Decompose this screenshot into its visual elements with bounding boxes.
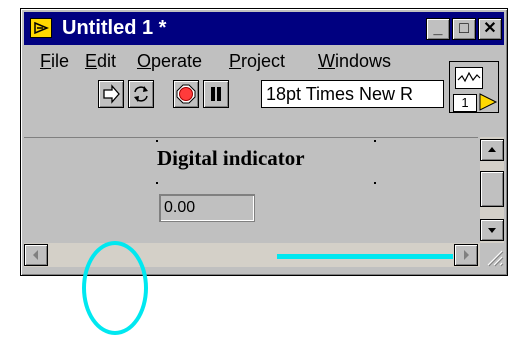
digital-indicator[interactable]: 0.00 xyxy=(159,194,255,222)
pause-icon xyxy=(211,87,221,101)
menu-bar: File Edit Operate Project Windows xyxy=(24,47,444,75)
resize-grip[interactable] xyxy=(480,243,504,269)
selection-handle xyxy=(374,140,376,142)
maximize-button[interactable]: □ xyxy=(452,18,476,40)
resize-grip-icon xyxy=(487,250,504,267)
vi-connector-pane: 1 xyxy=(453,94,477,112)
down-arrow-icon xyxy=(488,228,496,233)
toolbar: 18pt Times New R xyxy=(24,77,444,113)
labview-front-panel-window: Untitled 1 * _ □ ✕ File Edit Operate Pro… xyxy=(20,8,508,276)
run-continuously-icon xyxy=(134,86,148,102)
close-button[interactable]: ✕ xyxy=(478,18,502,40)
left-arrow-icon xyxy=(33,250,38,260)
run-button[interactable] xyxy=(98,80,124,108)
vertical-scrollbar[interactable] xyxy=(480,137,504,243)
indicator-label[interactable]: Digital indicator xyxy=(157,146,305,171)
maximize-icon: □ xyxy=(459,20,469,37)
vi-graph-icon xyxy=(455,67,483,89)
menu-operate[interactable]: Operate xyxy=(137,47,202,75)
scroll-left-button[interactable] xyxy=(24,244,48,266)
scroll-down-button[interactable] xyxy=(480,219,504,241)
text-settings-dropdown[interactable]: 18pt Times New R xyxy=(261,80,444,108)
menu-project[interactable]: Project xyxy=(229,47,285,75)
menu-edit[interactable]: Edit xyxy=(85,47,116,75)
stop-icon xyxy=(176,84,196,104)
right-arrow-icon xyxy=(464,250,469,260)
menu-file[interactable]: File xyxy=(40,47,69,75)
minimize-button[interactable]: _ xyxy=(426,18,450,40)
title-bar[interactable]: Untitled 1 * _ □ ✕ xyxy=(24,12,504,45)
minimize-icon: _ xyxy=(433,20,443,37)
labview-app-icon[interactable] xyxy=(30,18,52,38)
close-icon: ✕ xyxy=(483,20,497,37)
scroll-right-button[interactable] xyxy=(454,244,478,266)
annotation-highlight-circle xyxy=(82,241,148,335)
up-arrow-icon xyxy=(488,147,496,152)
abort-button[interactable] xyxy=(173,80,199,108)
vi-arrow-icon xyxy=(479,93,498,111)
scroll-up-button[interactable] xyxy=(480,139,504,161)
menu-windows[interactable]: Windows xyxy=(318,47,391,75)
pause-button[interactable] xyxy=(203,80,229,108)
run-continuously-button[interactable] xyxy=(128,80,154,108)
front-panel[interactable]: Digital indicator 0.00 xyxy=(24,137,478,242)
window-title: Untitled 1 * xyxy=(62,17,167,39)
annotation-highlight-line xyxy=(277,254,453,259)
run-arrow-icon xyxy=(103,84,120,104)
selection-handle xyxy=(374,182,376,184)
vi-icon[interactable]: 1 xyxy=(449,61,499,113)
vertical-scroll-thumb[interactable] xyxy=(480,171,504,207)
selection-handle xyxy=(156,140,158,142)
selection-handle xyxy=(156,182,158,184)
